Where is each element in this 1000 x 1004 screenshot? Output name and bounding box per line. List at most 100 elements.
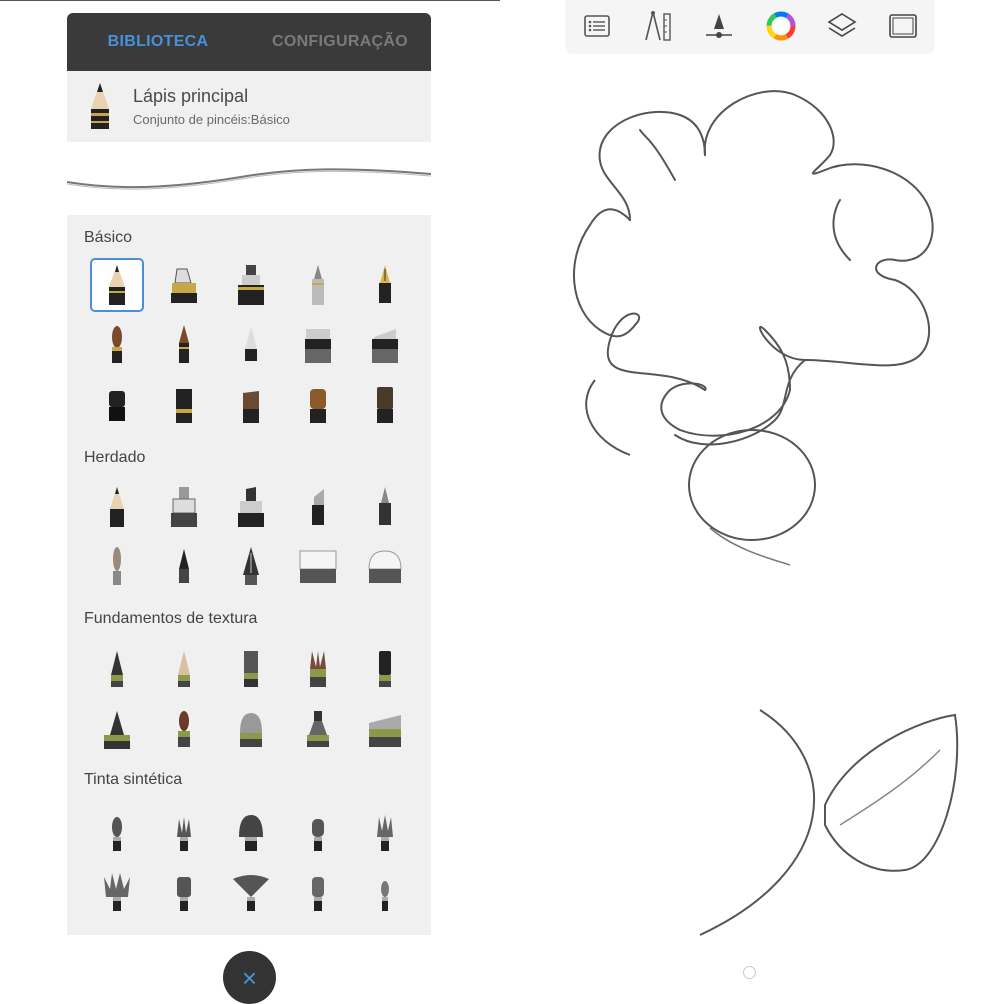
brush-item[interactable] (351, 477, 418, 537)
brush-item[interactable] (150, 537, 217, 597)
texture-spray-icon (306, 711, 329, 747)
tab-settings[interactable]: CONFIGURAÇÃO (249, 33, 431, 51)
brush-item[interactable] (284, 699, 351, 759)
brush-item[interactable] (351, 803, 418, 863)
pencil-brush-icon (108, 265, 125, 305)
legacy-ink-icon (178, 549, 189, 583)
bristle-brush-icon (242, 391, 259, 423)
brush-item[interactable] (217, 537, 284, 597)
brush-item[interactable] (351, 863, 418, 923)
brush-item[interactable] (150, 803, 217, 863)
brush-item[interactable] (150, 863, 217, 923)
synthetic-flat-icon (176, 877, 191, 911)
legacy-eraser-icon (299, 550, 336, 583)
brush-item[interactable] (83, 803, 150, 863)
brush-item[interactable] (217, 803, 284, 863)
brush-item[interactable] (217, 863, 284, 923)
brush-item[interactable] (217, 639, 284, 699)
tab-library[interactable]: BIBLIOTECA (67, 33, 249, 51)
brush-item[interactable] (284, 375, 351, 435)
brush-item[interactable] (284, 255, 351, 315)
legacy-brush-grid (83, 477, 418, 597)
tab-bar: BIBLIOTECA CONFIGURAÇÃO (67, 13, 431, 71)
section-title-texture: Fundamentos de textura (84, 610, 258, 627)
brush-item[interactable] (217, 477, 284, 537)
list-icon (583, 15, 610, 37)
pointed-brush-icon (178, 325, 189, 363)
synthetic-angle-icon (311, 877, 324, 911)
texture-sponge-icon (239, 713, 262, 747)
current-brush[interactable]: Lápis principal Conjunto de pincéis:Bási… (67, 71, 431, 142)
brush-item[interactable] (351, 315, 418, 375)
brush-item[interactable] (150, 375, 217, 435)
brush-item[interactable] (284, 537, 351, 597)
brush-item[interactable] (150, 639, 217, 699)
legacy-brush-icon (112, 547, 121, 585)
brush-item[interactable] (83, 315, 150, 375)
texture-block-icon (243, 651, 258, 687)
layers-button[interactable] (822, 6, 862, 46)
color-button[interactable] (761, 6, 801, 46)
fullscreen-button[interactable] (883, 6, 923, 46)
brush-library-panel: BIBLIOTECA CONFIGURAÇÃO Lápis principal … (67, 13, 431, 935)
synthetic-bristle-icon (176, 817, 191, 851)
texture-pencil-icon (177, 651, 190, 687)
synthetic-fan-bristle-icon (103, 873, 130, 911)
technical-pen-icon (311, 265, 324, 305)
brush-item[interactable] (217, 315, 284, 375)
fountain-pen-icon (378, 265, 391, 303)
current-brush-name: Lápis principal (133, 86, 249, 106)
texture-cone-icon (110, 651, 123, 687)
round-brush-icon (175, 389, 192, 423)
flower-sketch (573, 90, 959, 936)
wide-marker-icon (371, 329, 398, 363)
brush-item[interactable] (351, 375, 418, 435)
brush-item[interactable] (83, 255, 150, 315)
brush-item[interactable] (150, 315, 217, 375)
texture-round-icon (177, 711, 190, 747)
brush-item[interactable] (217, 375, 284, 435)
brush-item[interactable] (217, 255, 284, 315)
brush-item[interactable] (83, 375, 150, 435)
canvas-toolbar (566, 0, 934, 52)
flat-brush-icon (108, 391, 125, 421)
brush-item[interactable] (217, 699, 284, 759)
brush-library-list[interactable]: Básico Herdado Fundamentos de textura Ti… (67, 215, 431, 935)
basic-brush-grid (83, 255, 418, 435)
brush-item[interactable] (284, 863, 351, 923)
texture-brush-grid (83, 639, 418, 759)
brush-item[interactable] (351, 255, 418, 315)
texture-bristle-icon (309, 651, 326, 687)
legacy-marker-icon (237, 487, 264, 527)
brush-item[interactable] (83, 699, 150, 759)
brush-item[interactable] (150, 699, 217, 759)
menu-button[interactable] (577, 6, 617, 46)
page-indicator (743, 966, 756, 979)
brush-item[interactable] (351, 639, 418, 699)
brush-settings-button[interactable] (699, 6, 739, 46)
synthetic-round-icon (111, 817, 122, 851)
brush-item[interactable] (83, 639, 150, 699)
symmetry-icon (706, 14, 733, 38)
layers-icon (827, 13, 857, 37)
guides-button[interactable] (638, 6, 678, 46)
synthetic-filbert-icon (311, 819, 324, 851)
brush-item[interactable] (351, 537, 418, 597)
texture-wide-icon (368, 715, 401, 747)
legacy-soft-eraser-icon (367, 550, 402, 583)
brush-item[interactable] (83, 537, 150, 597)
brush-item[interactable] (284, 639, 351, 699)
brush-item[interactable] (284, 315, 351, 375)
brush-item[interactable] (284, 803, 351, 863)
legacy-pen-icon (311, 489, 324, 525)
brush-item[interactable] (83, 477, 150, 537)
brush-item[interactable] (284, 477, 351, 537)
chisel-marker-icon (304, 329, 331, 363)
drawing-canvas[interactable] (520, 60, 1000, 960)
brush-item[interactable] (351, 699, 418, 759)
close-button[interactable]: × (223, 951, 276, 1004)
brush-item[interactable] (150, 255, 217, 315)
brush-item[interactable] (83, 863, 150, 923)
top-divider (0, 0, 500, 1)
brush-item[interactable] (150, 477, 217, 537)
